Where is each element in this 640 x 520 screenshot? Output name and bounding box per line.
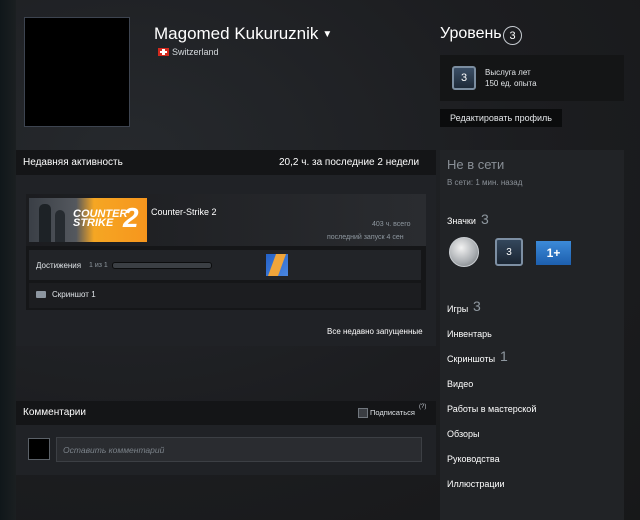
profile-name-text: Magomed Kukuruznik xyxy=(154,24,319,43)
edit-profile-button[interactable]: Редактировать профиль xyxy=(440,109,562,127)
xp-badge-name: Выслуга лет xyxy=(485,68,531,77)
badges-count: 3 xyxy=(481,211,489,227)
sidebar-link-screenshots[interactable]: Скриншоты xyxy=(447,354,495,364)
last-online: В сети: 1 мин. назад xyxy=(447,178,523,187)
sidebar-link-workshop[interactable]: Работы в мастерской xyxy=(447,404,536,414)
recent-activity-hours: 20,2 ч. за последние 2 недели xyxy=(279,157,420,168)
game-total-hours: 403 ч. всего xyxy=(372,221,411,228)
sidebar-link-videos[interactable]: Видео xyxy=(447,379,473,389)
achievement-icon[interactable] xyxy=(266,254,288,276)
chevron-down-icon[interactable]: ▼ xyxy=(322,29,332,40)
help-icon[interactable]: (?) xyxy=(419,404,426,410)
games-count: 3 xyxy=(473,298,481,314)
screenshots-count: 1 xyxy=(500,348,508,364)
screenshot-link[interactable]: Скриншот 1 xyxy=(52,290,96,299)
comment-input[interactable] xyxy=(56,437,422,462)
game-last-played: последний запуск 4 сен xyxy=(327,234,404,241)
game-logo: COUNTER STRIKE xyxy=(73,209,127,229)
level-badge: 3 xyxy=(503,26,522,45)
xp-points: 150 ед. опыта xyxy=(485,79,537,88)
profile-avatar[interactable] xyxy=(24,17,130,127)
sidebar-link-guides[interactable]: Руководства xyxy=(447,454,500,464)
logo-number: 2 xyxy=(123,202,139,233)
logo-line2: STRIKE xyxy=(73,217,114,229)
swiss-flag-icon xyxy=(158,48,169,56)
badges-link[interactable]: Значки xyxy=(447,216,476,226)
commenter-avatar xyxy=(28,438,50,460)
comments-title: Комментарии xyxy=(23,407,86,418)
one-plus-badge-icon[interactable]: 1+ xyxy=(536,241,571,265)
coin-badge-icon[interactable] xyxy=(449,237,479,267)
sidebar-link-inventory[interactable]: Инвентарь xyxy=(447,329,492,339)
profile-name[interactable]: Magomed Kukuruznik ▼ xyxy=(154,24,332,44)
soldier-figure xyxy=(39,204,51,242)
subscribe-checkbox[interactable] xyxy=(358,408,368,418)
game-name-link[interactable]: Counter-Strike 2 xyxy=(151,207,217,217)
achievements-link[interactable]: Достижения xyxy=(36,261,81,270)
achievements-row xyxy=(29,250,421,280)
recent-activity-title: Недавняя активность xyxy=(23,157,123,168)
years-badge-icon[interactable]: 3 xyxy=(495,238,523,266)
subscribe-label[interactable]: Подписаться xyxy=(370,408,415,417)
sidebar-link-reviews[interactable]: Обзоры xyxy=(447,429,479,439)
years-badge-icon[interactable]: 3 xyxy=(452,66,476,90)
all-recent-games-link[interactable]: Все недавно запущенные xyxy=(327,327,423,336)
game-capsule-image[interactable]: COUNTER STRIKE 2 xyxy=(29,198,147,242)
sidebar-link-games[interactable]: Игры xyxy=(447,304,468,314)
achievements-progress-bar xyxy=(112,262,212,269)
country-label: Switzerland xyxy=(172,47,219,57)
achievements-count: 1 из 1 xyxy=(89,262,108,269)
left-edge xyxy=(0,0,16,520)
camera-icon xyxy=(36,291,46,298)
sidebar-link-artwork[interactable]: Иллюстрации xyxy=(447,479,505,489)
online-status: Не в сети xyxy=(447,157,505,172)
profile-country: Switzerland xyxy=(158,47,219,57)
level-title: Уровень xyxy=(440,25,502,42)
soldier-figure xyxy=(55,210,65,242)
